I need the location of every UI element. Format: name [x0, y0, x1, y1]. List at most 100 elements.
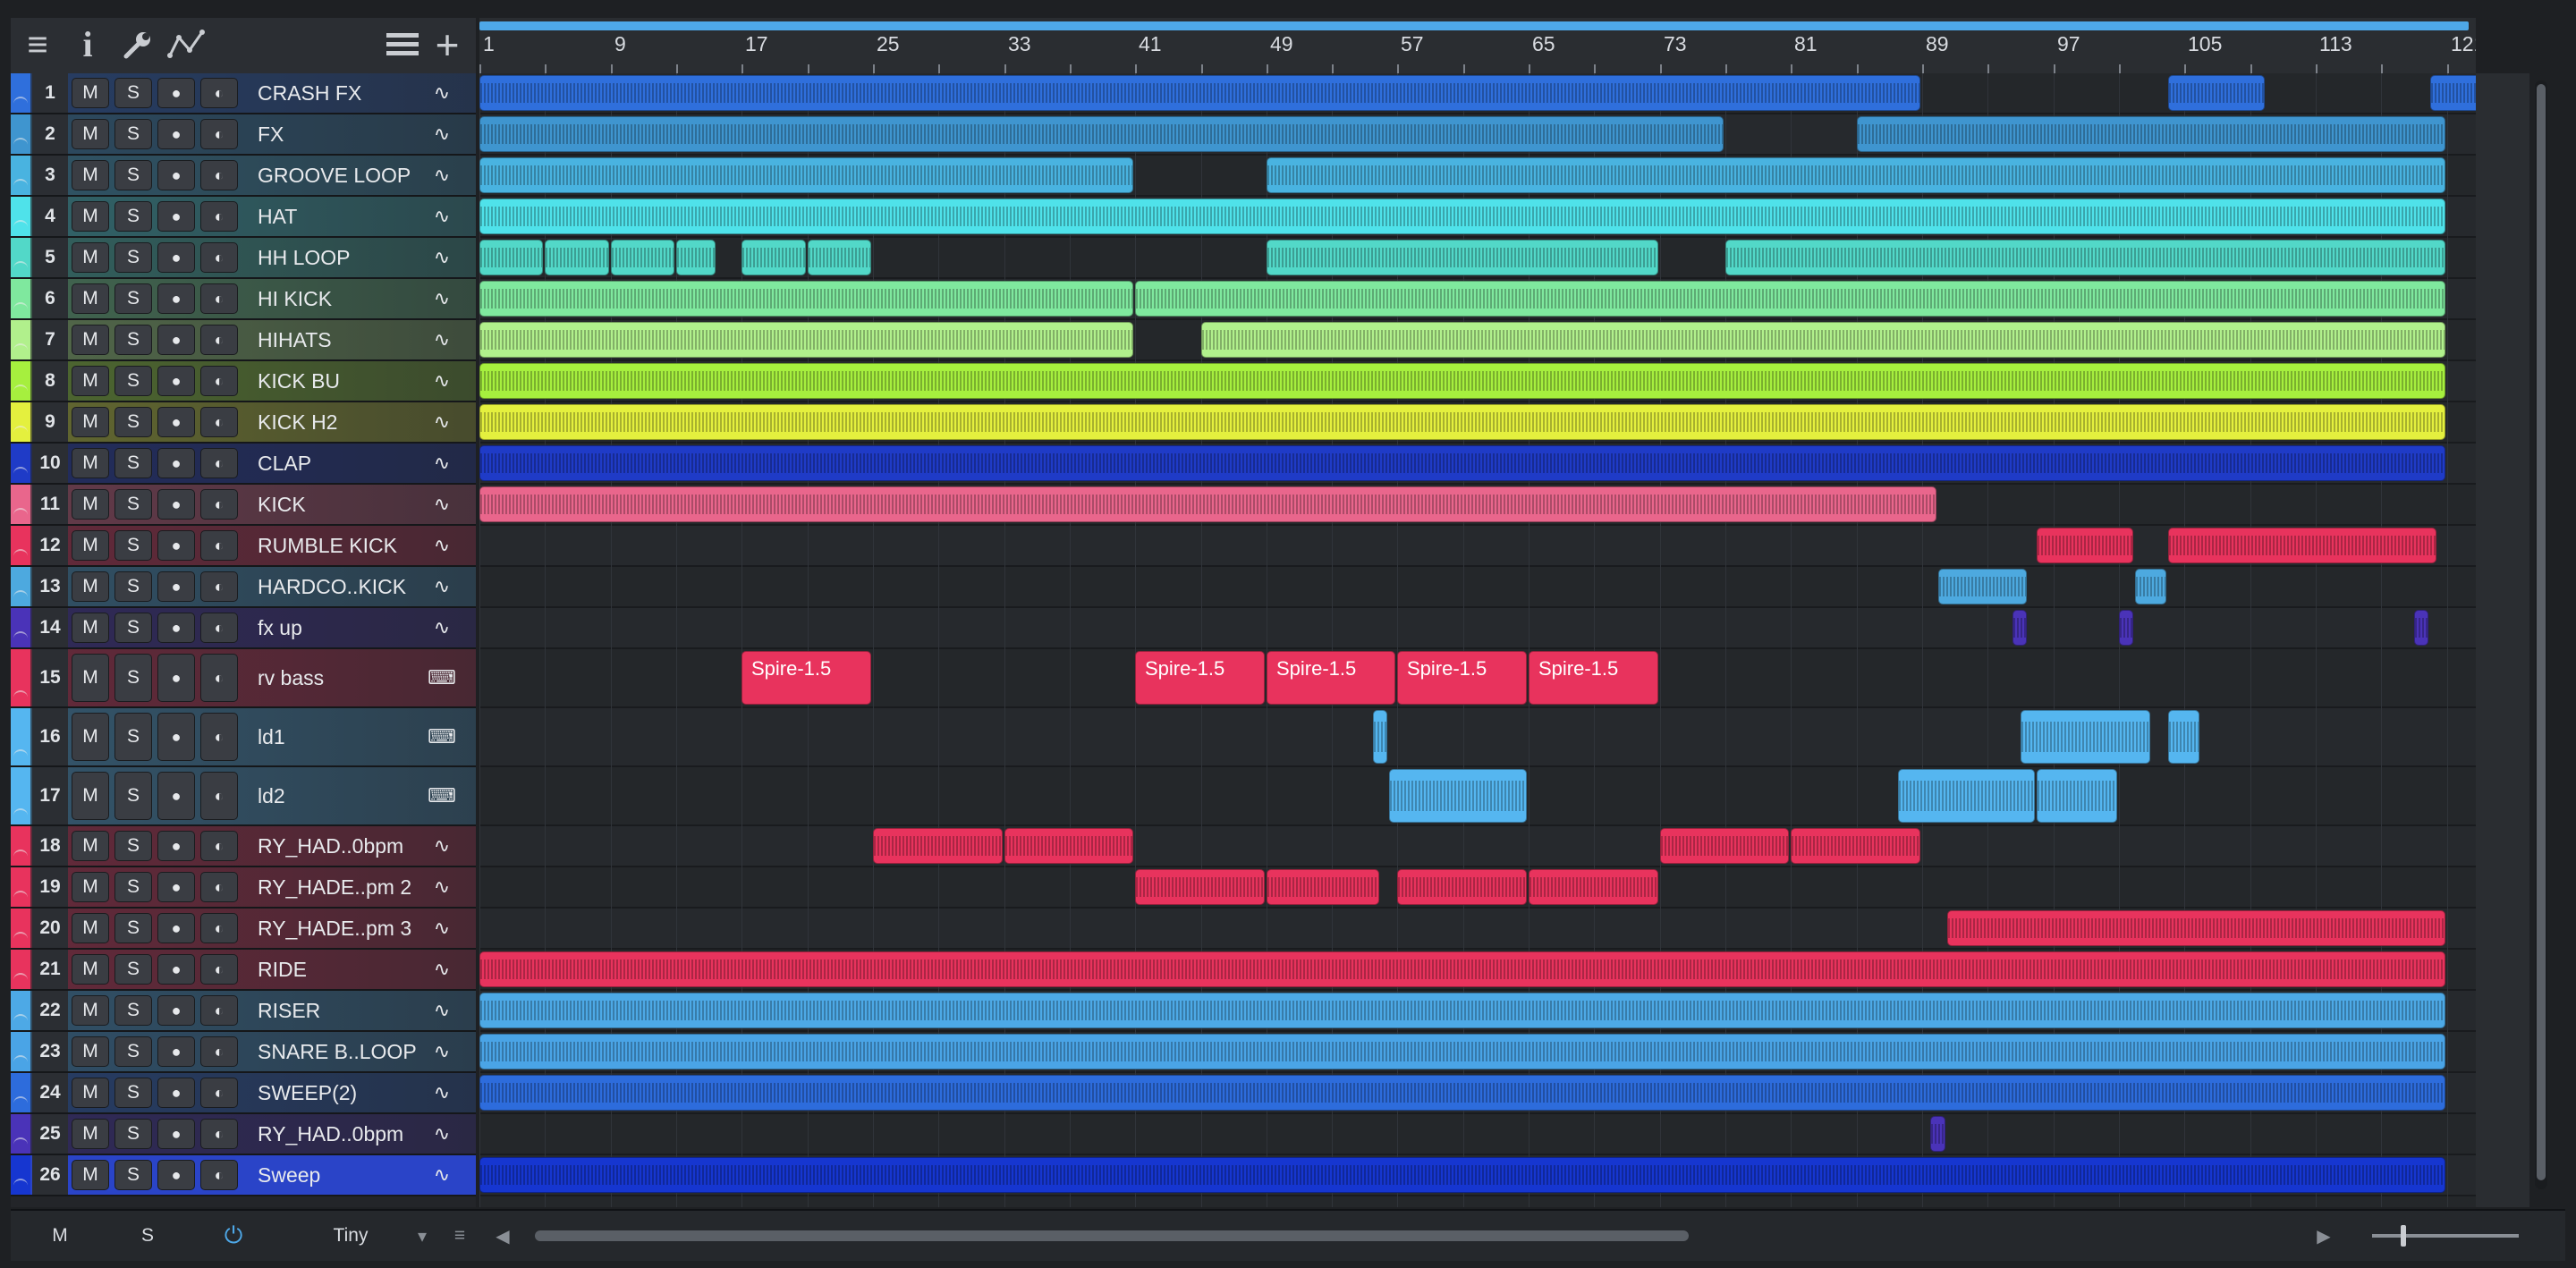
solo-button[interactable]: S: [114, 995, 152, 1026]
solo-button[interactable]: S: [114, 913, 152, 943]
monitor-button[interactable]: ◐: [200, 78, 238, 108]
track-header[interactable]: 15 M S ● ◐ rv bass ⌨: [11, 649, 476, 708]
track-name[interactable]: RUMBLE KICK: [258, 526, 424, 565]
audio-clip[interactable]: [1201, 322, 2445, 358]
wrench-icon[interactable]: [116, 25, 159, 64]
timeline-ruler[interactable]: 1 9 17 25 33 41 49 57 65 73 81 89 97 105 113 121: [479, 18, 2476, 75]
track-header[interactable]: 17 M S ● ◐ ld2 ⌨: [11, 767, 476, 826]
track-header[interactable]: 10 M S ● ◐ CLAP ∿: [11, 444, 476, 485]
audio-clip[interactable]: [2135, 569, 2166, 604]
automation-icon[interactable]: [13, 385, 28, 397]
solo-button[interactable]: S: [114, 654, 152, 702]
solo-button[interactable]: S: [114, 325, 152, 355]
track-header[interactable]: 24 M S ● ◐ SWEEP(2) ∿: [11, 1073, 476, 1114]
track-name[interactable]: fx up: [258, 608, 424, 647]
track-name[interactable]: HARDCO..KICK: [258, 567, 424, 606]
track-header[interactable]: 9 M S ● ◐ KICK H2 ∿: [11, 402, 476, 444]
solo-button[interactable]: S: [114, 366, 152, 396]
mute-button[interactable]: M: [72, 1160, 109, 1190]
scroll-right-icon[interactable]: ▶: [2306, 1220, 2342, 1252]
monitor-button[interactable]: ◐: [200, 242, 238, 273]
record-arm-button[interactable]: ●: [157, 713, 195, 761]
track-lane[interactable]: [479, 1114, 2476, 1155]
track-header[interactable]: 4 M S ● ◐ HAT ∿: [11, 197, 476, 238]
monitor-button[interactable]: ◐: [200, 1078, 238, 1108]
audio-clip[interactable]: [2414, 610, 2428, 646]
track-name[interactable]: HI KICK: [258, 279, 424, 318]
record-arm-button[interactable]: ●: [157, 325, 195, 355]
track-color-swatch[interactable]: [11, 320, 30, 359]
monitor-button[interactable]: ◐: [200, 913, 238, 943]
track-color-swatch[interactable]: [11, 197, 30, 236]
record-arm-button[interactable]: ●: [157, 160, 195, 190]
track-lane[interactable]: [479, 826, 2476, 867]
audio-clip[interactable]: [1135, 869, 1265, 905]
mute-button[interactable]: M: [72, 1036, 109, 1067]
solo-button[interactable]: S: [114, 571, 152, 602]
automation-icon[interactable]: [13, 549, 28, 562]
solo-button[interactable]: S: [114, 613, 152, 643]
track-header[interactable]: 16 M S ● ◐ ld1 ⌨: [11, 708, 476, 767]
track-color-swatch[interactable]: [11, 485, 30, 524]
track-color-swatch[interactable]: [11, 444, 30, 483]
track-color-swatch[interactable]: [11, 909, 30, 948]
chevron-down-icon[interactable]: ▾: [410, 1220, 435, 1252]
monitor-button[interactable]: ◐: [200, 831, 238, 861]
monitor-button[interactable]: ◐: [200, 283, 238, 314]
automation-icon[interactable]: [13, 932, 28, 944]
track-color-swatch[interactable]: [11, 767, 30, 824]
track-color-swatch[interactable]: [11, 867, 30, 907]
record-arm-button[interactable]: ●: [157, 242, 195, 273]
audio-clip[interactable]: [479, 486, 1936, 522]
audio-clip[interactable]: [1267, 869, 1379, 905]
audio-clip[interactable]: [873, 828, 1003, 864]
track-header[interactable]: 3 M S ● ◐ GROOVE LOOP ∿: [11, 156, 476, 197]
audio-clip[interactable]: [479, 404, 2445, 440]
record-arm-button[interactable]: ●: [157, 407, 195, 437]
automation-icon[interactable]: [13, 891, 28, 903]
record-arm-button[interactable]: ●: [157, 283, 195, 314]
mute-button[interactable]: M: [72, 995, 109, 1026]
track-header[interactable]: 19 M S ● ◐ RY_HADE..pm 2 ∿: [11, 867, 476, 909]
solo-button[interactable]: S: [114, 1119, 152, 1149]
monitor-button[interactable]: ◐: [200, 1036, 238, 1067]
track-lane[interactable]: [479, 608, 2476, 649]
track-header[interactable]: 18 M S ● ◐ RY_HAD..0bpm ∿: [11, 826, 476, 867]
solo-button[interactable]: S: [114, 283, 152, 314]
monitor-button[interactable]: ◐: [200, 160, 238, 190]
automation-icon[interactable]: [13, 850, 28, 862]
vertical-scroll-thumb[interactable]: [2537, 84, 2546, 1180]
automation-icon[interactable]: [13, 1179, 28, 1191]
solo-button[interactable]: S: [114, 407, 152, 437]
track-name[interactable]: rv bass: [258, 649, 424, 706]
track-name[interactable]: RISER: [258, 991, 424, 1030]
monitor-button[interactable]: ◐: [200, 1119, 238, 1149]
audio-clip[interactable]: [741, 240, 806, 275]
mute-button[interactable]: M: [72, 872, 109, 902]
audio-clip[interactable]: [1004, 828, 1133, 864]
automation-icon[interactable]: [13, 426, 28, 438]
track-list-icon[interactable]: [381, 25, 424, 64]
track-name[interactable]: GROOVE LOOP: [258, 156, 424, 195]
audio-clip[interactable]: [1389, 769, 1527, 823]
mute-button[interactable]: M: [72, 283, 109, 314]
record-arm-button[interactable]: ●: [157, 872, 195, 902]
mute-button[interactable]: M: [72, 78, 109, 108]
monitor-button[interactable]: ◐: [200, 613, 238, 643]
arrangement-view[interactable]: Spire-1.5 Spire-1.5 Spire-1.5 Spire-1.5 Spir…: [479, 73, 2476, 1207]
track-name[interactable]: HAT: [258, 197, 424, 236]
record-arm-button[interactable]: ●: [157, 954, 195, 985]
add-icon[interactable]: +: [426, 24, 469, 65]
track-color-swatch[interactable]: [11, 73, 30, 113]
global-solo-button[interactable]: S: [125, 1220, 170, 1252]
automation-icon[interactable]: [13, 1096, 28, 1109]
automation-icon[interactable]: [13, 1014, 28, 1027]
record-arm-button[interactable]: ●: [157, 913, 195, 943]
audio-clip[interactable]: [611, 240, 674, 275]
solo-button[interactable]: S: [114, 448, 152, 478]
track-header[interactable]: 21 M S ● ◐ RIDE ∿: [11, 950, 476, 991]
track-color-swatch[interactable]: [11, 402, 30, 442]
automation-icon[interactable]: [13, 343, 28, 356]
track-name[interactable]: ld2: [258, 767, 424, 824]
audio-clip[interactable]: [479, 199, 2445, 234]
